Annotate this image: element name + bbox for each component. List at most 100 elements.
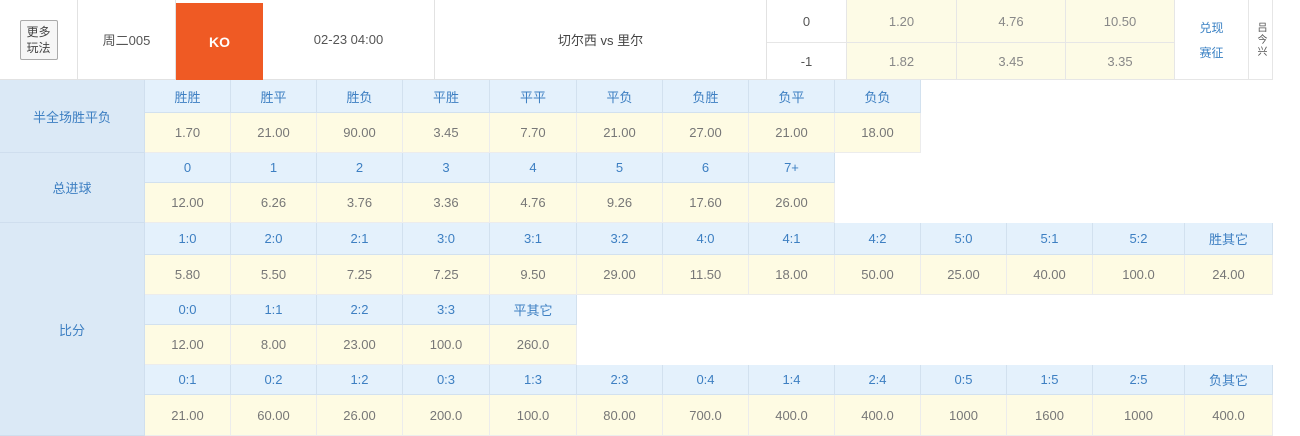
htft-odds[interactable]: 7.70 — [490, 113, 577, 153]
htft-odds[interactable]: 18.00 — [835, 113, 921, 153]
goals-header: 0 — [145, 153, 231, 183]
score-draw-odds[interactable]: 260.0 — [490, 325, 577, 365]
htft-header: 平平 — [490, 80, 577, 113]
htft-odds[interactable]: 21.00 — [749, 113, 835, 153]
more-play-cell: 更多玩法 — [0, 0, 78, 80]
match-teams: 切尔西 vs 里尔 — [435, 0, 767, 80]
score-draw-odds[interactable]: 23.00 — [317, 325, 403, 365]
htft-odds[interactable]: 21.00 — [231, 113, 317, 153]
score-home-odds[interactable]: 9.50 — [490, 255, 577, 295]
score-away-odds[interactable]: 200.0 — [403, 395, 490, 436]
score-home-odds[interactable]: 24.00 — [1185, 255, 1273, 295]
score-away-odds[interactable]: 400.0 — [749, 395, 835, 436]
htft-odds[interactable]: 3.45 — [403, 113, 490, 153]
score-home-odds[interactable]: 11.50 — [663, 255, 749, 295]
score-home-odds[interactable]: 29.00 — [577, 255, 663, 295]
score-home-odds[interactable]: 5.50 — [231, 255, 317, 295]
score-away-header: 0:3 — [403, 365, 490, 395]
goals-header: 2 — [317, 153, 403, 183]
score-away-odds[interactable]: 21.00 — [145, 395, 231, 436]
htft-odds[interactable]: 1.70 — [145, 113, 231, 153]
score-away-header: 1:4 — [749, 365, 835, 395]
htft-odds[interactable]: 90.00 — [317, 113, 403, 153]
goals-odds[interactable]: 17.60 — [663, 183, 749, 223]
match-datetime: 02-23 04:00 — [263, 0, 435, 80]
htft-label: 半全场胜平负 — [0, 80, 145, 153]
score-home-header: 3:0 — [403, 223, 490, 255]
score-home-header: 4:1 — [749, 223, 835, 255]
score-home-header: 3:2 — [577, 223, 663, 255]
score-away-header: 0:2 — [231, 365, 317, 395]
htft-header: 平胜 — [403, 80, 490, 113]
score-away-odds[interactable]: 700.0 — [663, 395, 749, 436]
score-away-odds[interactable]: 1600 — [1007, 395, 1093, 436]
league-logo-text: KO — [209, 33, 230, 50]
score-away-header: 2:5 — [1093, 365, 1185, 395]
odds-lose-bottom[interactable]: 3.35 — [1066, 43, 1175, 80]
score-away-odds[interactable]: 80.00 — [577, 395, 663, 436]
score-home-odds[interactable]: 25.00 — [921, 255, 1007, 295]
odds-win-top[interactable]: 1.20 — [847, 0, 957, 43]
score-home-header: 5:2 — [1093, 223, 1185, 255]
score-home-odds[interactable]: 7.25 — [403, 255, 490, 295]
goals-odds[interactable]: 9.26 — [577, 183, 663, 223]
score-home-odds[interactable]: 50.00 — [835, 255, 921, 295]
score-home-odds[interactable]: 7.25 — [317, 255, 403, 295]
goals-odds[interactable]: 3.36 — [403, 183, 490, 223]
score-away-odds[interactable]: 400.0 — [835, 395, 921, 436]
link-top[interactable]: 兑现 — [1199, 19, 1223, 36]
score-home-odds[interactable]: 5.80 — [145, 255, 231, 295]
goals-header: 7+ — [749, 153, 835, 183]
link-bottom[interactable]: 赛征 — [1199, 44, 1223, 61]
score-away-odds[interactable]: 400.0 — [1185, 395, 1273, 436]
htft-odds[interactable]: 27.00 — [663, 113, 749, 153]
goals-odds[interactable]: 3.76 — [317, 183, 403, 223]
score-home-header: 4:0 — [663, 223, 749, 255]
score-home-odds[interactable]: 40.00 — [1007, 255, 1093, 295]
goals-odds[interactable]: 4.76 — [490, 183, 577, 223]
score-draw-header: 2:2 — [317, 295, 403, 325]
goals-header: 3 — [403, 153, 490, 183]
score-home-odds[interactable]: 100.0 — [1093, 255, 1185, 295]
score-home-header: 3:1 — [490, 223, 577, 255]
score-label: 比分 — [0, 223, 145, 436]
goals-header: 6 — [663, 153, 749, 183]
score-away-header: 0:1 — [145, 365, 231, 395]
score-away-odds[interactable]: 1000 — [1093, 395, 1185, 436]
score-home-header: 胜其它 — [1185, 223, 1273, 255]
score-draw-odds[interactable]: 8.00 — [231, 325, 317, 365]
score-away-header: 1:2 — [317, 365, 403, 395]
odds-lose-top[interactable]: 10.50 — [1066, 0, 1175, 43]
goals-odds[interactable]: 26.00 — [749, 183, 835, 223]
handicap-top: 0 — [767, 0, 847, 43]
score-away-odds[interactable]: 26.00 — [317, 395, 403, 436]
score-home-odds[interactable]: 18.00 — [749, 255, 835, 295]
goals-header: 5 — [577, 153, 663, 183]
score-home-header: 2:0 — [231, 223, 317, 255]
score-home-header: 5:1 — [1007, 223, 1093, 255]
odds-draw-bottom[interactable]: 3.45 — [957, 43, 1066, 80]
score-draw-header: 1:1 — [231, 295, 317, 325]
score-away-odds[interactable]: 1000 — [921, 395, 1007, 436]
score-away-odds[interactable]: 100.0 — [490, 395, 577, 436]
score-draw-odds[interactable]: 12.00 — [145, 325, 231, 365]
score-away-header: 0:4 — [663, 365, 749, 395]
score-home-header: 2:1 — [317, 223, 403, 255]
odds-win-bottom[interactable]: 1.82 — [847, 43, 957, 80]
links-cell: 兑现 赛征 — [1175, 0, 1249, 80]
htft-header: 胜胜 — [145, 80, 231, 113]
extra-label: 吕今兴 — [1249, 0, 1273, 80]
score-draw-odds[interactable]: 100.0 — [403, 325, 490, 365]
htft-odds[interactable]: 21.00 — [577, 113, 663, 153]
score-draw-header: 0:0 — [145, 295, 231, 325]
score-draw-header: 平其它 — [490, 295, 577, 325]
score-away-header: 0:5 — [921, 365, 1007, 395]
odds-draw-top[interactable]: 4.76 — [957, 0, 1066, 43]
more-play-button[interactable]: 更多玩法 — [19, 19, 58, 60]
score-away-odds[interactable]: 60.00 — [231, 395, 317, 436]
score-away-header: 1:5 — [1007, 365, 1093, 395]
score-home-header: 1:0 — [145, 223, 231, 255]
goals-odds[interactable]: 12.00 — [145, 183, 231, 223]
htft-header: 胜负 — [317, 80, 403, 113]
goals-odds[interactable]: 6.26 — [231, 183, 317, 223]
